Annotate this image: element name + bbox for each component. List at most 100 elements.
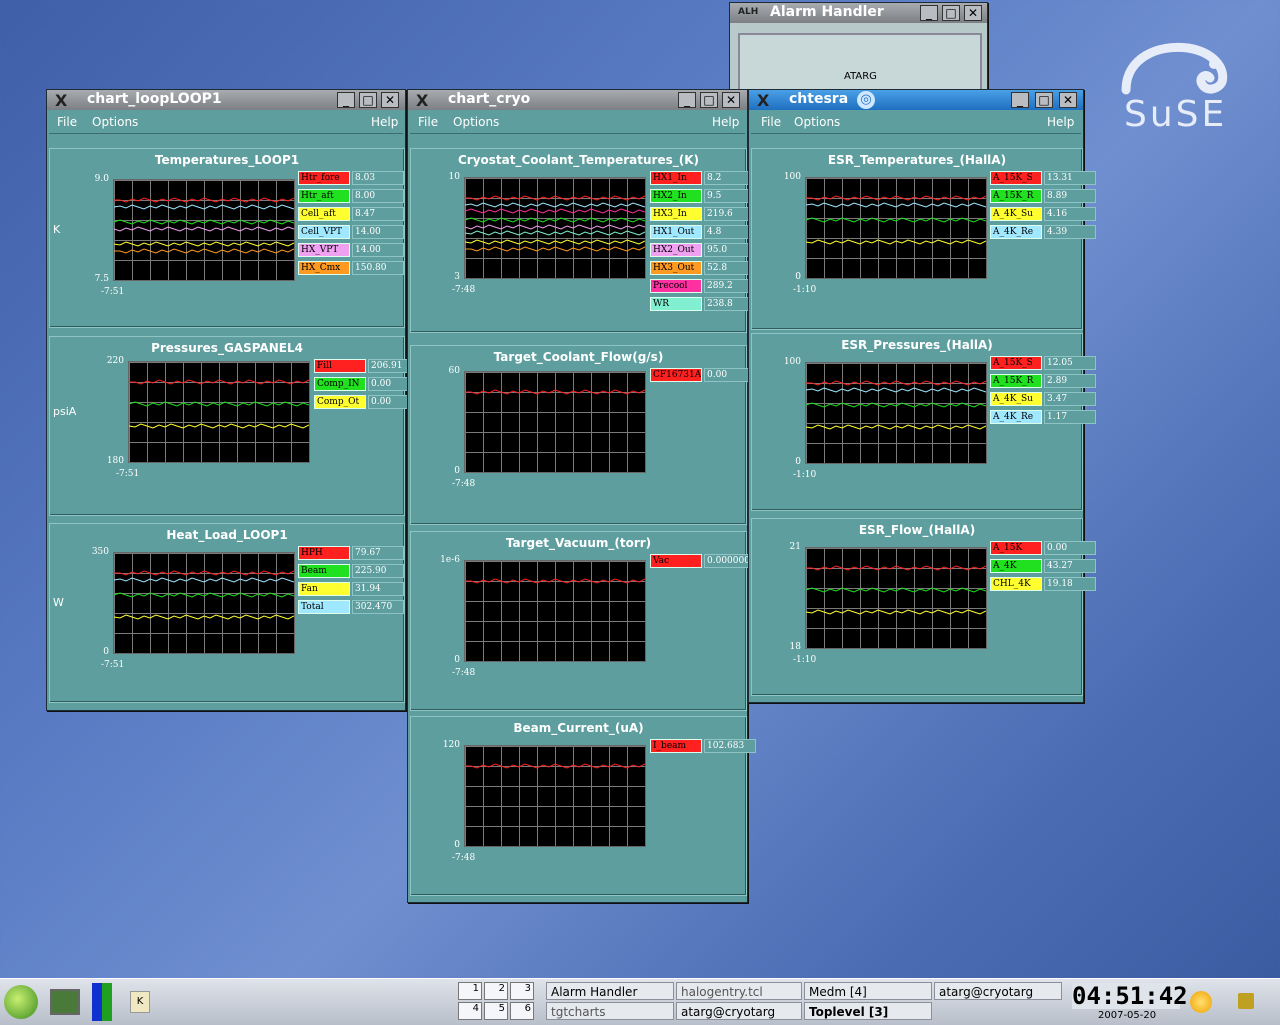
legend-entry[interactable]: Cell_VPT <box>298 225 350 239</box>
legend-entry[interactable]: A_4K <box>990 559 1042 573</box>
maximize-button[interactable]: □ <box>700 92 718 108</box>
legend-entry[interactable]: A_15K_S <box>990 171 1042 185</box>
legend-entry[interactable]: A_15K_R <box>990 189 1042 203</box>
task-toplevel[interactable]: Toplevel [3] <box>804 1002 932 1020</box>
chart-plot-area[interactable] <box>464 371 646 473</box>
options-menu[interactable]: Options <box>453 115 499 129</box>
legend-entry[interactable]: Vac <box>650 554 702 568</box>
legend-entry[interactable]: HX_Cmx <box>298 261 350 275</box>
legend-entry[interactable]: A_15K <box>990 541 1042 555</box>
chart-loop-window[interactable]: X chart_loopLOOP1 _ □ ✕ File Options Hel… <box>46 89 420 711</box>
legend-entry[interactable]: I_beam <box>650 739 702 753</box>
start-menu-button[interactable] <box>4 985 38 1019</box>
legend-entry[interactable]: Htr_fore <box>298 171 350 185</box>
legend-entry[interactable]: WR <box>650 297 702 311</box>
legend-entry[interactable]: Fill <box>314 359 366 373</box>
legend-entry[interactable]: Precool <box>650 279 702 293</box>
help-menu[interactable]: Help <box>712 115 739 129</box>
pager-desktop-4[interactable]: 4 <box>458 1002 482 1020</box>
minimize-button[interactable]: _ <box>920 5 938 21</box>
legend-entry[interactable]: Fan <box>298 582 350 596</box>
chart-plot-area[interactable] <box>805 547 987 649</box>
pager-desktop-6[interactable]: 6 <box>510 1002 534 1020</box>
maximize-button[interactable]: □ <box>359 92 377 108</box>
legend-entry[interactable]: A_15K_R <box>990 374 1042 388</box>
file-menu[interactable]: File <box>57 115 77 129</box>
task-medm[interactable]: Medm [4] <box>804 982 932 1000</box>
legend-entry[interactable]: Total <box>298 600 350 614</box>
task-halogentry[interactable]: halogentry.tcl <box>676 982 802 1000</box>
pager-desktop-3[interactable]: 3 <box>510 982 534 1000</box>
maximize-button[interactable]: □ <box>942 5 960 21</box>
legend-entry[interactable]: A_15K_S <box>990 356 1042 370</box>
spiral-icon[interactable]: ◎ <box>857 91 875 109</box>
legend-entry[interactable]: Comp_IN <box>314 377 366 391</box>
close-button[interactable]: ✕ <box>722 92 740 108</box>
clock[interactable]: 04:51:42 <box>1072 983 1188 1009</box>
pager-desktop-1[interactable]: 1 <box>458 982 482 1000</box>
legend-entry[interactable]: HX1_In <box>650 171 702 185</box>
legend-entry[interactable]: HX_VPT <box>298 243 350 257</box>
legend-entry[interactable]: HX2_Out <box>650 243 702 257</box>
options-menu[interactable]: Options <box>794 115 840 129</box>
legend-entry[interactable]: HX3_In <box>650 207 702 221</box>
chart-plot-area[interactable] <box>805 177 987 279</box>
legend-entry[interactable]: Htr_aft <box>298 189 350 203</box>
chart-loop-titlebar[interactable]: X chart_loopLOOP1 _ □ ✕ <box>47 90 405 110</box>
legend-value: 14.00 <box>352 243 404 257</box>
chart-plot-area[interactable] <box>805 362 987 464</box>
legend-entry[interactable]: CHL_4K <box>990 577 1042 591</box>
legend-entry[interactable]: A_4K_Re <box>990 225 1042 239</box>
konqueror-icon[interactable]: K <box>130 991 150 1013</box>
chtesra-titlebar[interactable]: X chtesra ◎ _ □ ✕ <box>749 90 1083 110</box>
task-alarm-handler[interactable]: Alarm Handler <box>546 982 674 1000</box>
chart-plot-area[interactable] <box>113 179 295 281</box>
task-tgtcharts[interactable]: tgtcharts <box>546 1002 674 1020</box>
minimize-button[interactable]: _ <box>1011 92 1029 108</box>
minimize-button[interactable]: _ <box>678 92 696 108</box>
legend-entry[interactable]: HPH <box>298 546 350 560</box>
legend-entry[interactable]: A_4K_Su <box>990 392 1042 406</box>
series-trace <box>114 570 294 576</box>
task-terminal-1[interactable]: atarg@cryotarg <box>934 982 1062 1000</box>
chart-plot-area[interactable] <box>464 177 646 279</box>
legend-entry[interactable]: Cell_aft <box>298 207 350 221</box>
close-button[interactable]: ✕ <box>381 92 399 108</box>
window-title: chart_cryo <box>448 91 531 107</box>
task-terminal-2[interactable]: atarg@cryotarg <box>676 1002 802 1020</box>
legend-entry[interactable]: Comp_Ot <box>314 395 366 409</box>
help-menu[interactable]: Help <box>1047 115 1074 129</box>
legend-entry[interactable]: A_4K_Su <box>990 207 1042 221</box>
series-trace <box>465 202 645 208</box>
file-menu[interactable]: File <box>418 115 438 129</box>
pager-desktop-5[interactable]: 5 <box>484 1002 508 1020</box>
unit-label: W <box>53 596 64 609</box>
y-min-label: 0 <box>454 840 460 850</box>
lock-icon[interactable] <box>1238 993 1254 1009</box>
file-menu[interactable]: File <box>761 115 781 129</box>
legend-entry[interactable]: CF16731A <box>650 368 702 382</box>
legend-entry[interactable]: HX1_Out <box>650 225 702 239</box>
legend-entry[interactable]: HX2_In <box>650 189 702 203</box>
chart-plot-area[interactable] <box>464 560 646 662</box>
options-menu[interactable]: Options <box>92 115 138 129</box>
monitor-icon[interactable] <box>50 989 80 1015</box>
chtesra-window[interactable]: X chtesra ◎ _ □ ✕ File Options Help ESR_… <box>748 89 1096 703</box>
minimize-button[interactable]: _ <box>337 92 355 108</box>
legend-entry[interactable]: Beam <box>298 564 350 578</box>
chart-cryo-window[interactable]: X chart_cryo _ □ ✕ File Options Help Cry… <box>407 89 756 903</box>
maximize-button[interactable]: □ <box>1035 92 1053 108</box>
close-button[interactable]: ✕ <box>964 5 982 21</box>
legend-entry[interactable]: HX3_Out <box>650 261 702 275</box>
help-menu[interactable]: Help <box>371 115 398 129</box>
chart-plot-area[interactable] <box>128 361 310 463</box>
close-button[interactable]: ✕ <box>1059 92 1077 108</box>
alarm-handler-titlebar[interactable]: ALH Alarm Handler _ □ ✕ <box>730 3 987 23</box>
chart-plot-area[interactable] <box>464 745 646 847</box>
pager-desktop-2[interactable]: 2 <box>484 982 508 1000</box>
legend-entry[interactable]: A_4K_Re <box>990 410 1042 424</box>
sun-icon[interactable] <box>1190 991 1212 1013</box>
chart-title: Cryostat_Coolant_Temperatures_(K) <box>457 153 699 167</box>
chart-cryo-titlebar[interactable]: X chart_cryo _ □ ✕ <box>408 90 747 110</box>
chart-plot-area[interactable] <box>113 552 295 654</box>
